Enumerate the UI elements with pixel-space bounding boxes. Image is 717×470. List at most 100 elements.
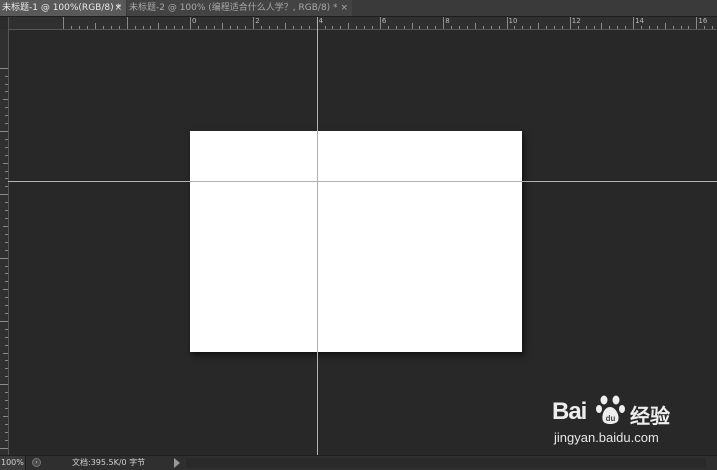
ruler-minor-tick xyxy=(593,26,595,29)
ruler-minor-tick xyxy=(5,281,8,283)
ruler-minor-tick xyxy=(300,26,302,29)
ruler-minor-tick xyxy=(5,392,8,394)
ruler-minor-tick xyxy=(5,146,8,148)
ruler-minor-tick xyxy=(269,26,271,29)
ruler-minor-tick xyxy=(609,26,611,29)
horizontal-scrollbar[interactable] xyxy=(186,458,706,468)
status-menu-icon[interactable]: › xyxy=(32,458,41,467)
ruler-minor-tick xyxy=(680,26,682,29)
ruler-minor-tick xyxy=(197,26,199,29)
ruler-minor-tick xyxy=(205,26,207,29)
ruler-minor-tick xyxy=(451,26,453,29)
ruler-minor-tick xyxy=(5,210,8,212)
tab-label: 未标题-2 @ 100% (编程适合什么人学？, RGB/8) * xyxy=(129,3,338,13)
watermark-brand-bai: Bai xyxy=(552,398,587,425)
ruler-minor-tick xyxy=(5,91,8,93)
ruler-minor-tick xyxy=(5,439,8,441)
ruler-minor-tick xyxy=(459,26,461,29)
ruler-minor-tick xyxy=(102,26,104,29)
ruler-minor-tick xyxy=(5,233,8,235)
zoom-level-field[interactable]: 100% xyxy=(0,456,26,470)
ruler-minor-tick xyxy=(5,312,8,314)
ruler-minor-tick xyxy=(625,26,627,29)
document-size-info: 文档:395.5K/0 字节 xyxy=(72,458,146,467)
ruler-tick-label: 0 xyxy=(192,17,197,25)
ruler-minor-tick xyxy=(95,23,97,29)
ruler-minor-tick xyxy=(387,26,389,29)
ruler-major-tick xyxy=(0,257,8,259)
ruler-minor-tick xyxy=(5,249,8,251)
ruler-minor-tick xyxy=(5,328,8,330)
ruler-tick-label: 2 xyxy=(255,17,260,25)
ruler-minor-tick xyxy=(5,170,8,172)
ruler-minor-tick xyxy=(221,23,223,29)
baidu-jingyan-watermark: Bai du 经验 jingyan.baidu.com xyxy=(548,390,713,452)
status-arrow-icon[interactable] xyxy=(174,458,180,468)
ruler-minor-tick xyxy=(213,26,215,29)
document-canvas[interactable] xyxy=(190,131,522,352)
ruler-minor-tick xyxy=(5,75,8,77)
ruler-minor-tick xyxy=(229,26,231,29)
ruler-minor-tick xyxy=(166,26,168,29)
ruler-major-tick xyxy=(253,17,255,29)
ruler-minor-tick xyxy=(3,289,8,291)
ruler-minor-tick xyxy=(672,26,674,29)
vertical-guide-line[interactable] xyxy=(317,17,318,455)
ruler-major-tick xyxy=(0,194,8,196)
ruler-minor-tick xyxy=(71,26,73,29)
ruler-minor-tick xyxy=(5,123,8,125)
ruler-minor-tick xyxy=(308,26,310,29)
ruler-minor-tick xyxy=(577,26,579,29)
ruler-origin-corner[interactable] xyxy=(0,17,8,29)
tab-label: 未标题-1 @ 100%(RGB/8) * xyxy=(2,3,121,13)
ruler-minor-tick xyxy=(5,241,8,243)
ruler-major-tick xyxy=(190,17,191,29)
ruler-minor-tick xyxy=(553,26,555,29)
ruler-minor-tick xyxy=(411,23,413,29)
ruler-minor-tick xyxy=(5,368,8,370)
ruler-minor-tick xyxy=(498,26,500,29)
close-icon[interactable]: × xyxy=(340,0,348,16)
ruler-minor-tick xyxy=(110,26,112,29)
horizontal-guide-line[interactable] xyxy=(8,181,717,182)
ruler-minor-tick xyxy=(403,26,405,29)
vertical-ruler[interactable] xyxy=(0,17,9,455)
ruler-minor-tick xyxy=(3,99,8,101)
ruler-minor-tick xyxy=(427,26,429,29)
ruler-minor-tick xyxy=(134,26,136,29)
ruler-minor-tick xyxy=(5,305,8,307)
ruler-minor-tick xyxy=(514,26,516,29)
ruler-minor-tick xyxy=(324,26,326,29)
horizontal-ruler[interactable]: 0 2 4 6 8 10 12 14 16 xyxy=(8,17,717,30)
ruler-minor-tick xyxy=(237,26,239,29)
ruler-minor-tick xyxy=(5,344,8,346)
ruler-minor-tick xyxy=(158,23,160,29)
ruler-minor-tick xyxy=(332,26,334,29)
ruler-minor-tick xyxy=(5,423,8,425)
ruler-tick-label: 14 xyxy=(635,17,645,25)
ruler-minor-tick xyxy=(466,26,468,29)
ruler-minor-tick xyxy=(5,407,8,409)
close-icon[interactable]: × xyxy=(114,0,122,16)
ruler-minor-tick xyxy=(292,26,294,29)
tab-untitled-2[interactable]: 未标题-2 @ 100% (编程适合什么人学？, RGB/8) * × xyxy=(127,0,352,16)
ruler-minor-tick xyxy=(5,138,8,140)
ruler-minor-tick xyxy=(522,26,524,29)
ruler-minor-tick xyxy=(688,26,690,29)
ruler-minor-tick xyxy=(530,26,532,29)
ruler-tick-label: 6 xyxy=(381,17,387,25)
ruler-minor-tick xyxy=(3,415,8,417)
ruler-minor-tick xyxy=(585,26,587,29)
tab-untitled-1[interactable]: 未标题-1 @ 100%(RGB/8) * × xyxy=(0,0,126,16)
ruler-minor-tick xyxy=(5,273,8,275)
ruler-major-tick xyxy=(443,17,445,29)
ruler-minor-tick xyxy=(5,202,8,204)
ruler-minor-tick xyxy=(5,154,8,156)
ruler-minor-tick xyxy=(5,336,8,338)
ruler-minor-tick xyxy=(5,360,8,362)
ruler-minor-tick xyxy=(656,26,658,29)
ruler-major-tick xyxy=(0,447,8,449)
watermark-url: jingyan.baidu.com xyxy=(554,430,659,445)
ruler-major-tick xyxy=(0,384,8,386)
ruler-minor-tick xyxy=(371,26,373,29)
